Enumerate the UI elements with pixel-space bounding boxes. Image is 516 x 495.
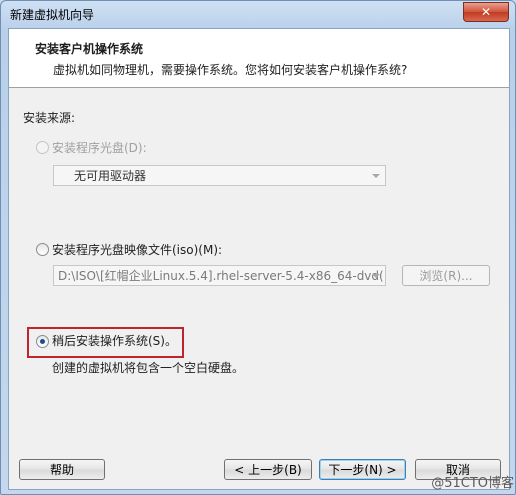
browse-button: 浏览(R)... (402, 265, 490, 286)
help-button[interactable]: 帮助 (19, 459, 105, 480)
wizard-window: 新建虚拟机向导 ✕ 安装客户机操作系统 虚拟机如同物理机，需要操作系统。您将如何… (0, 0, 516, 495)
radio-iso-image-label[interactable]: 安装程序光盘映像文件(iso)(M): (52, 241, 222, 258)
close-button[interactable]: ✕ (463, 2, 509, 22)
radio-disc-drive-label: 安装程序光盘(D): (52, 141, 147, 155)
radio-disc-drive (36, 141, 49, 154)
watermark-text: @51CTO博客 (431, 476, 514, 491)
install-source-label: 安装来源: (23, 111, 76, 125)
radio-iso-image[interactable] (36, 243, 49, 256)
next-button[interactable]: 下一步(N) > (319, 459, 406, 480)
close-icon: ✕ (480, 5, 492, 19)
disc-drive-value: 无可用驱动器 (74, 169, 147, 183)
title-bar[interactable]: 新建虚拟机向导 ✕ (1, 1, 515, 27)
wizard-header: 安装客户机操作系统 虚拟机如同物理机，需要操作系统。您将如何安装客户机操作系统? (9, 29, 509, 88)
dialog-client-area: 安装客户机操作系统 虚拟机如同物理机，需要操作系统。您将如何安装客户机操作系统?… (8, 28, 510, 490)
annotation-highlight-box (27, 327, 184, 358)
iso-path-value: D:\ISO\[红帽企业Linux.5.4].rhel-server-5.4-x… (58, 269, 384, 283)
iso-path-combo: D:\ISO\[红帽企业Linux.5.4].rhel-server-5.4-x… (53, 265, 386, 286)
page-title: 安装客户机操作系统 (35, 42, 144, 56)
chevron-down-icon (372, 174, 380, 178)
install-later-description: 创建的虚拟机将包含一个空白硬盘。 (52, 361, 245, 375)
window-title: 新建虚拟机向导 (10, 8, 95, 22)
back-button[interactable]: < 上一步(B) (224, 459, 312, 480)
page-subtitle: 虚拟机如同物理机，需要操作系统。您将如何安装客户机操作系统? (53, 63, 408, 77)
disc-drive-select: 无可用驱动器 (53, 165, 386, 186)
chevron-down-icon (372, 274, 380, 278)
